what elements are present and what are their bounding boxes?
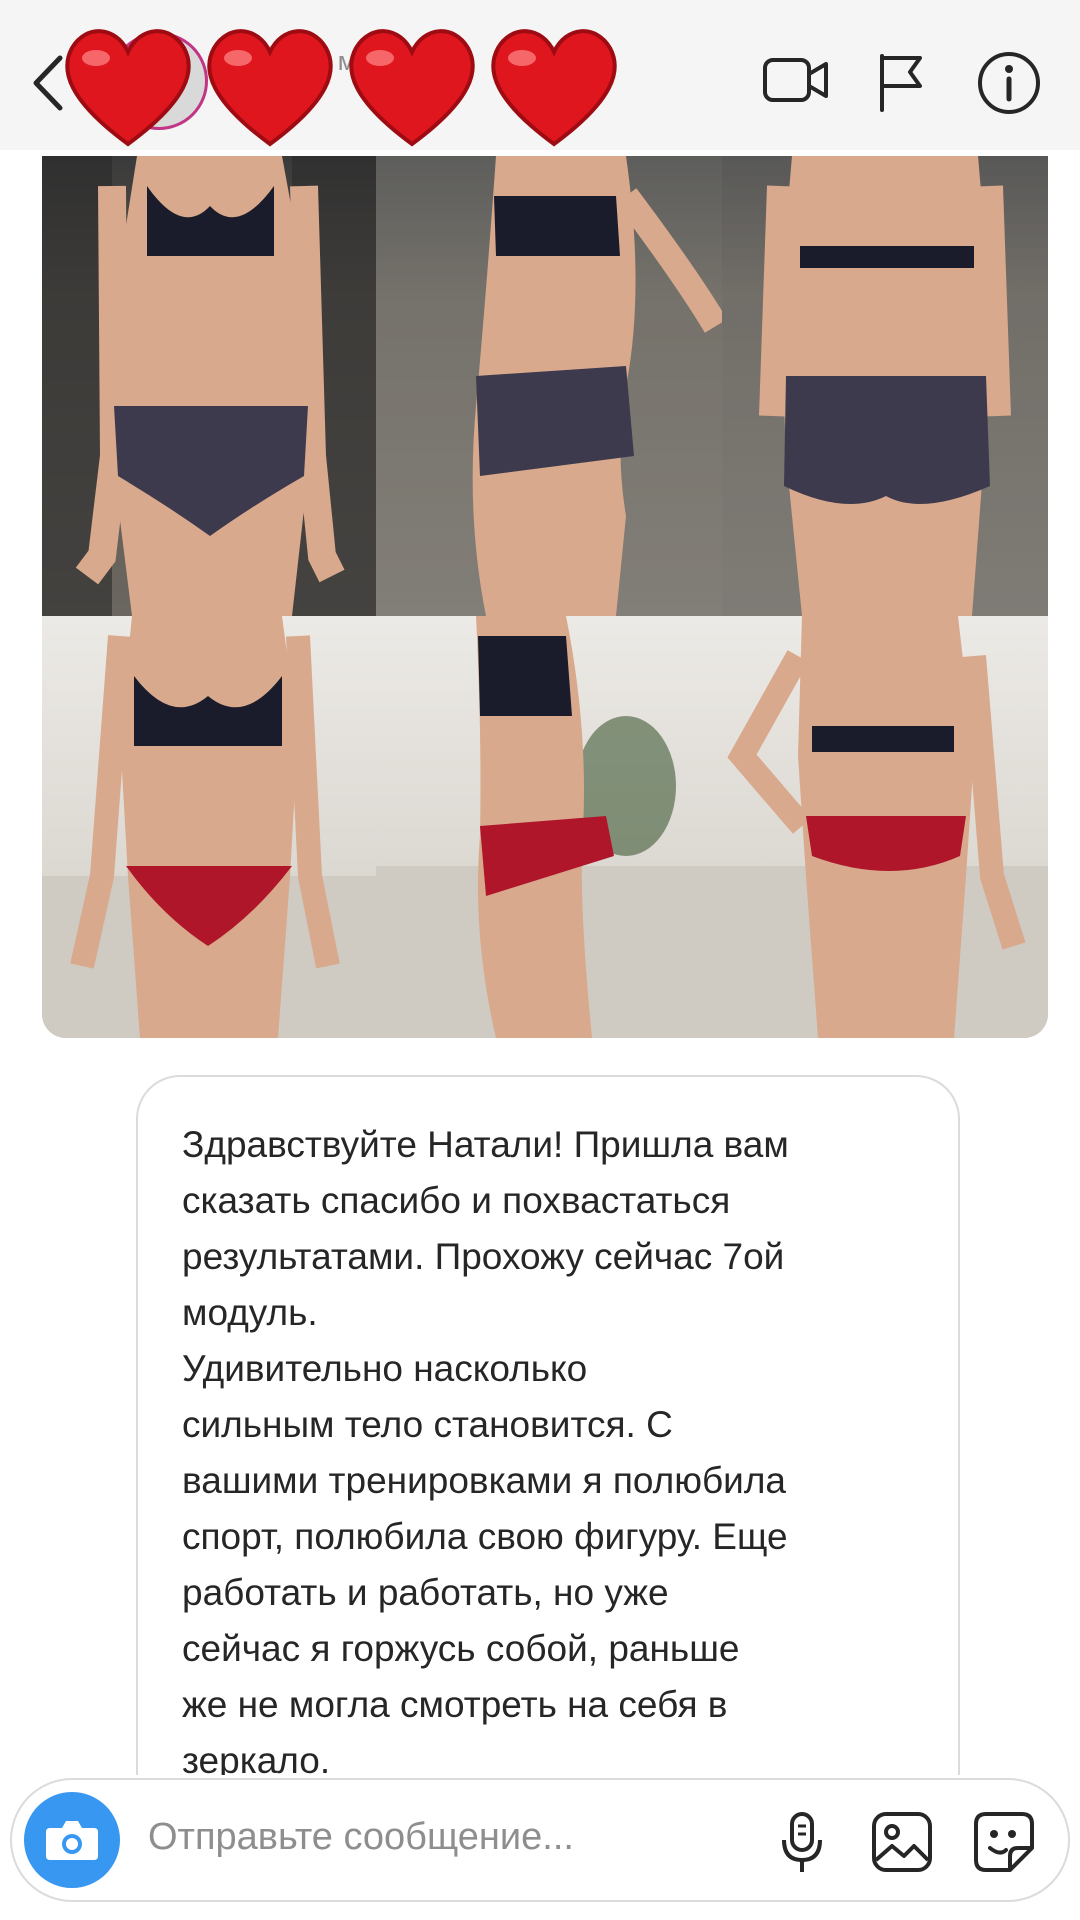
- message-text: Здравствуйте Натали! Пришла вам сказать …: [182, 1124, 789, 1775]
- gallery-icon[interactable]: [868, 1808, 936, 1876]
- message-composer: Отправьте сообщение...: [10, 1778, 1070, 1902]
- heart-sticker: [65, 29, 191, 147]
- photo-before-side: [376, 156, 722, 616]
- sticker-icon[interactable]: [970, 1808, 1038, 1876]
- photo-collage[interactable]: [42, 156, 1048, 1038]
- heart-stickers: [58, 22, 638, 162]
- photo-after-side: [376, 616, 722, 1038]
- heart-sticker: [207, 29, 333, 147]
- photo-after-front: [42, 616, 376, 1038]
- photo-before-back: [722, 156, 1048, 616]
- chat-header: В сети 57 мин. назад: [0, 0, 1080, 150]
- message-input[interactable]: Отправьте сообщение...: [148, 1816, 574, 1859]
- message-bubble[interactable]: Здравствуйте Натали! Пришла вам сказать …: [136, 1075, 960, 1775]
- video-call-icon[interactable]: [762, 52, 830, 108]
- photo-after-back: [722, 616, 1048, 1038]
- flag-icon[interactable]: [876, 52, 926, 112]
- heart-sticker: [491, 29, 617, 147]
- info-icon[interactable]: [976, 50, 1042, 116]
- heart-sticker: [349, 29, 475, 147]
- photo-before-front: [42, 156, 376, 616]
- microphone-icon[interactable]: [768, 1808, 836, 1876]
- camera-icon[interactable]: [24, 1792, 120, 1888]
